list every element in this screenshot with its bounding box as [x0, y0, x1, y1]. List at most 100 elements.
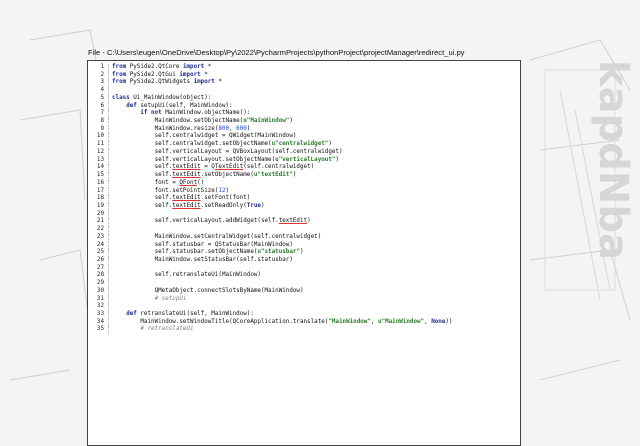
code-token: # retranslateUi — [140, 326, 194, 333]
code-token: self.centralwidget = QWidget(MainWindow) — [154, 133, 297, 140]
line-number: 9 — [100, 125, 104, 132]
code-token: import — [193, 79, 215, 86]
code-token: Ui_MainWindow(object): — [129, 94, 212, 101]
code-line: 20 — [88, 210, 520, 219]
line-number: 31 — [96, 295, 104, 302]
code-text: from PySide2.QtWidgets import * — [112, 79, 222, 87]
gutter — [107, 187, 112, 196]
code-token: u"textEdit" — [253, 172, 293, 179]
gutter — [107, 179, 112, 188]
code-token: self. — [154, 164, 173, 171]
code-token: ) — [335, 156, 339, 163]
gutter — [107, 280, 112, 288]
code-line: 4 — [88, 87, 520, 95]
code-token: class — [112, 94, 130, 101]
code-line: 22 — [88, 226, 520, 234]
code-token: from — [112, 64, 127, 70]
code-token: def — [126, 102, 137, 109]
code-token: ) — [225, 187, 230, 194]
gutter — [107, 233, 112, 242]
code-line: 11 self.centralwidget.setObjectName(u"ce… — [88, 141, 520, 149]
code-token: MainWindow.setWindowTitle(QCoreApplicati… — [140, 318, 329, 325]
code-token: )) — [445, 318, 453, 325]
code-token: import — [179, 71, 201, 78]
code-token: True — [246, 202, 261, 209]
code-token: retranslateUi(self, MainWindow): — [136, 311, 254, 317]
line-number: 11 — [96, 141, 104, 148]
code-line: 24 self.statusbar = QStatusBar(MainWindo… — [88, 241, 520, 250]
code-token: () — [197, 179, 205, 186]
gutter — [107, 141, 112, 149]
code-token: self.statusbar = QStatusBar(MainWindow) — [154, 241, 293, 248]
code-line: 14 self.textEdit = QTextEdit(self.centra… — [88, 164, 520, 172]
gutter — [107, 148, 112, 157]
code-line: 30 QMetaObject.connectSlotsByName(MainWi… — [88, 287, 520, 296]
code-token: QMetaObject.connectSlotsByName(MainWindo… — [154, 287, 304, 294]
line-number: 35 — [96, 326, 104, 333]
code-token: ) — [260, 202, 265, 209]
code-token: from — [112, 79, 127, 86]
code-token: MainWindow.setCentralWidget(self.central… — [154, 233, 322, 240]
code-token: textEdit — [172, 172, 201, 179]
gutter — [107, 195, 112, 203]
line-number: 30 — [96, 287, 104, 294]
gutter — [107, 202, 112, 211]
printed-code-page: 1 from PySide2.QtCore import * 2 from PySid… — [87, 60, 521, 446]
line-number: 17 — [96, 187, 104, 194]
gutter — [107, 318, 112, 327]
line-number: 18 — [96, 195, 104, 202]
code-text: # retranslateUi — [112, 326, 194, 334]
code-token: self.retranslateUi(MainWindow) — [154, 272, 261, 279]
code-token: self. — [154, 172, 173, 179]
code-token: textEdit — [172, 202, 201, 209]
code-token: self.verticalLayout = QVBoxLayout(self.c… — [154, 148, 343, 155]
code-token: ) — [299, 249, 304, 256]
code-text: self.centralwidget.setObjectName(u"centr… — [112, 141, 332, 149]
gutter — [107, 71, 112, 80]
code-text: MainWindow.setStatusBar(self.statusbar) — [112, 257, 293, 265]
code-line: 2 from PySide2.QtGui import * — [88, 71, 520, 80]
code-token: u"statusbar" — [257, 249, 300, 256]
gutter — [107, 110, 112, 118]
code-line: 35 # retranslateUi — [88, 326, 520, 334]
line-number: 34 — [96, 318, 104, 325]
code-text: def setupUi(self, MainWindow): — [112, 102, 232, 111]
line-number: 4 — [100, 87, 104, 94]
code-token: PySide2.QtCore — [126, 64, 183, 70]
line-number: 13 — [96, 156, 104, 163]
code-token: PySide2.QtGui — [126, 71, 180, 78]
gutter — [107, 64, 112, 72]
code-line: 34 MainWindow.setWindowTitle(QCoreApplic… — [88, 318, 520, 327]
gutter — [107, 256, 112, 265]
code-text: self.textEdit = QTextEdit(self.centralwi… — [112, 164, 315, 172]
file-path-header: File - C:\Users\eugen\OneDrive\Desktop\P… — [88, 48, 465, 57]
line-number: 7 — [100, 110, 104, 117]
line-number: 5 — [100, 94, 104, 101]
code-token: font = — [154, 179, 180, 186]
code-line: 12 self.verticalLayout = QVBoxLayout(sel… — [88, 148, 520, 157]
line-number: 27 — [96, 264, 104, 271]
code-token: u"verticalLayout" — [275, 156, 336, 163]
code-line: 19 self.textEdit.setReadOnly(True) — [88, 202, 520, 211]
code-token: * — [214, 79, 222, 86]
code-token: 12 — [218, 187, 226, 194]
line-number: 21 — [96, 218, 104, 225]
line-number: 14 — [96, 164, 104, 171]
code-token: self.statusbar.setObjectName( — [154, 249, 258, 256]
code-token: self.centralwidget.setObjectName( — [154, 141, 272, 148]
code-token: ) — [307, 218, 311, 225]
code-token: (self.centralwidget) — [243, 164, 315, 171]
gutter — [107, 102, 112, 111]
code-text: MainWindow.resize(800, 600) — [112, 126, 251, 134]
code-token: * — [204, 64, 212, 70]
code-line: 33 def retranslateUi(self, MainWindow): — [88, 311, 520, 319]
code-token: textEdit — [172, 195, 201, 202]
line-number: 10 — [96, 133, 104, 140]
code-line: 10 self.centralwidget = QWidget(MainWind… — [88, 133, 520, 141]
code-token: .setObjectName( — [200, 172, 254, 179]
code-text: from PySide2.QtCore import * — [112, 64, 211, 72]
line-number: 24 — [96, 241, 104, 248]
code-token: TextEdit — [214, 164, 244, 171]
code-text: self.textEdit.setObjectName(u"textEdit") — [112, 172, 297, 180]
code-text: self.verticalLayout.addWidget(self.textE… — [112, 218, 311, 226]
